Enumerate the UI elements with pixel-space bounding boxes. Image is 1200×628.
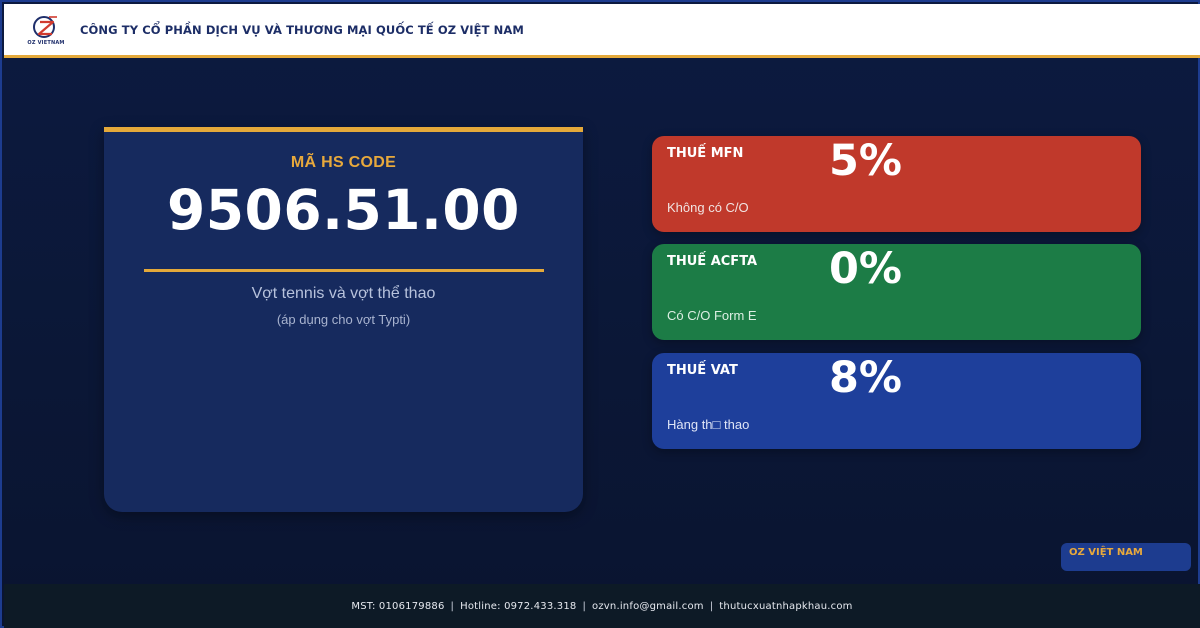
company-name: CÔNG TY CỔ PHẦN DỊCH VỤ VÀ THƯƠNG MẠI QU…	[80, 22, 524, 37]
tax-rate: 8%	[829, 353, 903, 403]
tax-rate: 5%	[829, 136, 903, 186]
hs-code-value: 9506.51.00	[167, 178, 520, 242]
footer-separator: |	[582, 600, 587, 612]
tax-subtitle: Không có C/O	[667, 200, 749, 215]
footer-bar: MST: 0106179886 | Hotline: 0972.433.318 …	[4, 584, 1200, 628]
tax-subtitle: Có C/O Form E	[667, 308, 757, 323]
hs-code-description: Vợt tennis và vợt thể thao	[251, 285, 436, 302]
tax-card-vat: THUẾ VAT 8% Hàng th□ thao	[652, 353, 1141, 449]
tax-title: THUẾ ACFTA	[667, 254, 758, 269]
header-bar: OZ VIETNAM CÔNG TY CỔ PHẦN DỊCH VỤ VÀ TH…	[4, 4, 1200, 58]
hs-divider	[143, 269, 544, 272]
company-logo[interactable]: OZ VIETNAM	[26, 8, 66, 52]
tax-rate: 0%	[829, 244, 903, 294]
footer-separator: |	[709, 600, 714, 612]
tax-subtitle: Hàng th□ thao	[667, 417, 750, 432]
page-frame: OZ VIETNAM CÔNG TY CỔ PHẦN DỊCH VỤ VÀ TH…	[0, 0, 1200, 628]
hs-code-note: (áp dụng cho vợt Typti)	[276, 312, 411, 327]
footer-email[interactable]: ozvn.info@gmail.com	[592, 601, 704, 612]
tax-title: THUẾ VAT	[667, 363, 738, 378]
hs-code-card: MÃ HS CODE 9506.51.00 Vợt tennis và vợt …	[104, 127, 583, 512]
oz-logo-icon	[33, 16, 57, 38]
hs-code-label: MÃ HS CODE	[290, 154, 397, 171]
footer-hotline[interactable]: Hotline: 0972.433.318	[460, 601, 576, 612]
footer-mst: MST: 0106179886	[351, 600, 445, 612]
footer-separator: |	[450, 600, 455, 612]
tax-card-acfta: THUẾ ACFTA 0% Có C/O Form E	[652, 244, 1141, 340]
logo-text: OZ VIETNAM	[27, 40, 65, 46]
tax-card-mfn: THUẾ MFN 5% Không có C/O	[652, 136, 1141, 232]
tax-title: THUẾ MFN	[667, 146, 744, 161]
brand-tag: OZ VIỆT NAM	[1061, 543, 1191, 571]
footer-website[interactable]: thutucxuatnhapkhau.com	[719, 601, 852, 612]
